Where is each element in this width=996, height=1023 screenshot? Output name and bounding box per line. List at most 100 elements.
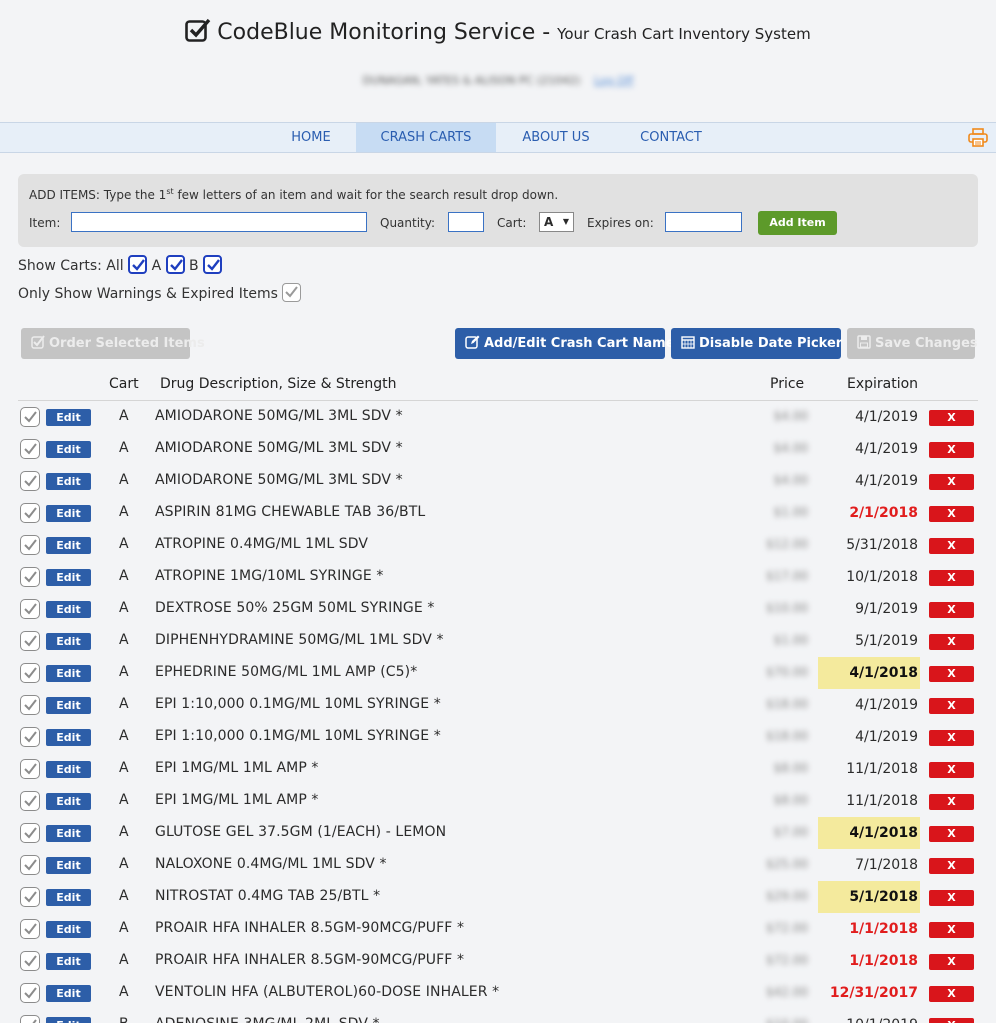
row-delete-button[interactable]: X: [929, 602, 974, 618]
row-select-checkbox[interactable]: [20, 727, 40, 747]
row-delete-button[interactable]: X: [929, 1018, 974, 1023]
row-select-checkbox[interactable]: [20, 983, 40, 1003]
cart-select[interactable]: A ▼: [539, 212, 574, 232]
row-select-checkbox[interactable]: [20, 631, 40, 651]
nav-home[interactable]: HOME: [268, 123, 354, 152]
printer-icon[interactable]: [968, 128, 988, 147]
nav-about-us[interactable]: ABOUT US: [505, 123, 607, 152]
row-delete-button[interactable]: X: [929, 698, 974, 714]
row-select-checkbox[interactable]: [20, 951, 40, 971]
row-select-checkbox[interactable]: [20, 439, 40, 459]
row-select-checkbox[interactable]: [20, 471, 40, 491]
row-select-checkbox[interactable]: [20, 599, 40, 619]
row-select-checkbox[interactable]: [20, 503, 40, 523]
quantity-input[interactable]: [448, 212, 484, 232]
table-row: Edit A AMIODARONE 50MG/ML 3ML SDV * $4.00 4/…: [18, 401, 978, 433]
row-expiration: 11/1/2018: [846, 793, 918, 809]
row-delete-button[interactable]: X: [929, 954, 974, 970]
row-edit-button[interactable]: Edit: [46, 409, 91, 426]
row-cart: A: [119, 920, 129, 936]
row-edit-button[interactable]: Edit: [46, 921, 91, 938]
row-delete-button[interactable]: X: [929, 794, 974, 810]
cart-a-checkbox[interactable]: [165, 255, 185, 274]
row-delete-button[interactable]: X: [929, 922, 974, 938]
edit-icon: [465, 330, 480, 361]
expires-input[interactable]: [665, 212, 742, 232]
row-delete-button[interactable]: X: [929, 570, 974, 586]
row-edit-button[interactable]: Edit: [46, 665, 91, 682]
row-edit-button[interactable]: Edit: [46, 761, 91, 778]
row-select-checkbox[interactable]: [20, 823, 40, 843]
row-select-checkbox[interactable]: [20, 663, 40, 683]
row-select-checkbox[interactable]: [20, 567, 40, 587]
row-select-checkbox[interactable]: [20, 407, 40, 427]
row-delete-button[interactable]: X: [929, 666, 974, 682]
row-delete-button[interactable]: X: [929, 410, 974, 426]
show-carts-label: Show Carts: All: [18, 258, 124, 274]
row-delete-button[interactable]: X: [929, 474, 974, 490]
row-price: $1.00: [773, 633, 808, 647]
row-select-checkbox[interactable]: [20, 887, 40, 907]
row-delete-button[interactable]: X: [929, 986, 974, 1002]
nav-contact[interactable]: CONTACT: [622, 123, 720, 152]
row-edit-button[interactable]: Edit: [46, 633, 91, 650]
col-price: Price: [770, 376, 805, 392]
row-delete-button[interactable]: X: [929, 634, 974, 650]
row-delete-button[interactable]: X: [929, 858, 974, 874]
disable-date-picker-button[interactable]: Disable Date Picker: [671, 328, 842, 359]
row-edit-button[interactable]: Edit: [46, 793, 91, 810]
show-all-checkbox[interactable]: [128, 255, 148, 274]
row-edit-button[interactable]: Edit: [46, 505, 91, 522]
row-select-checkbox[interactable]: [20, 919, 40, 939]
row-select-checkbox[interactable]: [20, 855, 40, 875]
row-description: PROAIR HFA INHALER 8.5GM-90MCG/PUFF *: [155, 920, 465, 936]
account-name: DUNAGAN, YATES & ALISON PC (21042): [362, 74, 581, 87]
row-expiration: 7/1/2018: [855, 857, 918, 873]
row-edit-button[interactable]: Edit: [46, 889, 91, 906]
row-edit-button[interactable]: Edit: [46, 953, 91, 970]
row-delete-button[interactable]: X: [929, 826, 974, 842]
row-price: $10.00: [766, 601, 808, 615]
row-cart: A: [119, 888, 129, 904]
check-icon: [24, 731, 37, 743]
order-selected-button[interactable]: Order Selected Items: [21, 328, 205, 359]
col-cart: Cart: [109, 376, 139, 392]
logoff-link[interactable]: Log Off: [594, 74, 633, 87]
row-edit-button[interactable]: Edit: [46, 569, 91, 586]
row-expiration: 2/1/2018: [849, 505, 918, 521]
row-edit-button[interactable]: Edit: [46, 825, 91, 842]
cart-b-checkbox[interactable]: [203, 255, 223, 274]
row-edit-button[interactable]: Edit: [46, 473, 91, 490]
add-item-button[interactable]: Add Item: [758, 211, 837, 235]
row-expiration: 5/1/2019: [855, 633, 918, 649]
nav-crash-carts[interactable]: CRASH CARTS: [356, 123, 496, 152]
row-price: $7.00: [773, 825, 808, 839]
warnings-checkbox[interactable]: [282, 283, 302, 302]
row-select-checkbox[interactable]: [20, 791, 40, 811]
row-delete-button[interactable]: X: [929, 506, 974, 522]
row-edit-button[interactable]: Edit: [46, 729, 91, 746]
edit-cart-names-button[interactable]: Add/Edit Crash Cart Names: [455, 328, 682, 361]
row-delete-button[interactable]: X: [929, 730, 974, 746]
row-cart: A: [119, 568, 129, 584]
row-expiration: 5/31/2018: [846, 537, 918, 553]
check-icon: [24, 539, 37, 551]
save-changes-button[interactable]: Save Changes: [847, 328, 978, 359]
row-select-checkbox[interactable]: [20, 695, 40, 715]
item-search-input[interactable]: [71, 212, 367, 232]
row-delete-button[interactable]: X: [929, 442, 974, 458]
row-select-checkbox[interactable]: [20, 1015, 40, 1023]
row-edit-button[interactable]: Edit: [46, 857, 91, 874]
row-edit-button[interactable]: Edit: [46, 697, 91, 714]
row-description: ASPIRIN 81MG CHEWABLE TAB 36/BTL: [155, 504, 426, 520]
row-select-checkbox[interactable]: [20, 535, 40, 555]
row-edit-button[interactable]: Edit: [46, 985, 91, 1002]
row-select-checkbox[interactable]: [20, 759, 40, 779]
row-edit-button[interactable]: Edit: [46, 1017, 91, 1023]
row-delete-button[interactable]: X: [929, 762, 974, 778]
row-edit-button[interactable]: Edit: [46, 441, 91, 458]
row-delete-button[interactable]: X: [929, 890, 974, 906]
row-edit-button[interactable]: Edit: [46, 601, 91, 618]
row-delete-button[interactable]: X: [929, 538, 974, 554]
row-edit-button[interactable]: Edit: [46, 537, 91, 554]
